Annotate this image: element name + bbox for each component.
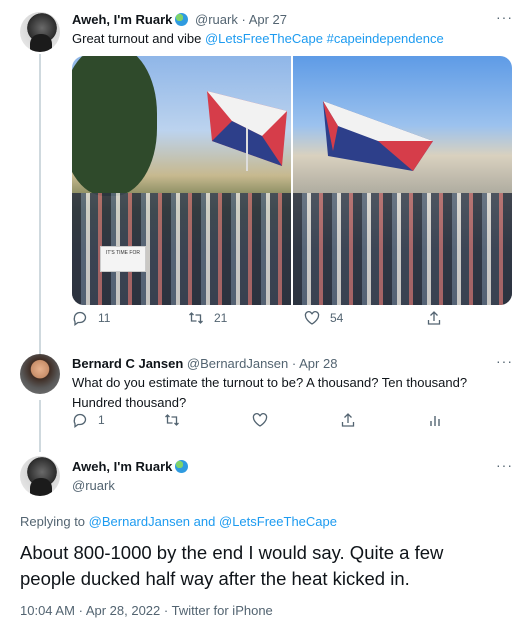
like-icon xyxy=(252,412,268,428)
tweet-time[interactable]: 10:04 AM xyxy=(20,603,75,618)
tweet-text: About 800-1000 by the end I would say. Q… xyxy=(20,540,510,592)
handle[interactable]: @BernardJansen xyxy=(187,356,288,371)
like-button[interactable]: 54 xyxy=(304,310,343,326)
globe-emoji-icon xyxy=(175,13,189,26)
share-button[interactable] xyxy=(426,310,442,326)
separator: · xyxy=(241,12,246,27)
reply-icon xyxy=(72,412,88,428)
tweet-text: Great turnout and vibe @LetsFreeTheCape … xyxy=(72,29,444,49)
reply-count: 11 xyxy=(98,311,111,325)
replying-user-link[interactable]: @BernardJansen xyxy=(89,514,190,529)
avatar[interactable] xyxy=(20,354,60,394)
hashtag-link[interactable]: #capeindependence xyxy=(327,31,444,46)
handle-line: @ruark xyxy=(72,478,115,493)
protest-photo-left[interactable]: IT'S TIME FOR xyxy=(72,56,291,305)
analytics-icon xyxy=(427,412,443,428)
share-icon xyxy=(340,412,356,428)
tweet-text: What do you estimate the turnout to be? … xyxy=(72,373,502,413)
replying-to: Replying to @BernardJansen and @LetsFree… xyxy=(20,514,337,529)
display-name[interactable]: Aweh, I'm Ruark xyxy=(72,12,172,27)
handle[interactable]: @ruark xyxy=(195,12,238,27)
separator: · xyxy=(163,603,169,618)
tweet-full-date[interactable]: Apr 28, 2022 xyxy=(86,603,160,618)
reply-button[interactable]: 11 xyxy=(72,310,110,326)
separator: · xyxy=(78,603,83,618)
reply-count: 1 xyxy=(98,413,105,427)
tweet-body-line-2: Hundred thousand? xyxy=(72,395,187,410)
reply-icon xyxy=(72,310,88,326)
flag-shape xyxy=(318,96,438,176)
protest-photo-right[interactable] xyxy=(293,56,512,305)
share-button[interactable] xyxy=(340,412,356,428)
tweet-body-line-1: About 800-1000 by the end I would say. Q… xyxy=(20,542,444,563)
tree-shape xyxy=(72,56,157,196)
more-icon[interactable]: ··· xyxy=(496,9,513,25)
like-count: 54 xyxy=(330,311,344,325)
tweet-media[interactable]: IT'S TIME FOR xyxy=(72,56,512,305)
like-icon xyxy=(304,310,320,326)
protest-sign: IT'S TIME FOR xyxy=(100,246,146,272)
tweet-body-line-1: What do you estimate the turnout to be? … xyxy=(72,375,468,390)
replying-prefix: Replying to xyxy=(20,514,86,529)
thread-line-2 xyxy=(39,400,41,452)
mention-link[interactable]: @LetsFreeTheCape xyxy=(205,31,323,46)
retweet-count: 21 xyxy=(214,311,228,325)
tweet-body: Great turnout and vibe xyxy=(72,31,202,46)
retweet-icon xyxy=(164,412,180,428)
globe-emoji-icon xyxy=(175,460,189,473)
avatar[interactable] xyxy=(20,456,60,496)
handle[interactable]: @ruark xyxy=(72,478,115,493)
tweet-header: Bernard C Jansen @BernardJansen · Apr 28 xyxy=(72,356,337,371)
analytics-button[interactable] xyxy=(427,412,443,428)
display-name[interactable]: Aweh, I'm Ruark xyxy=(72,459,172,474)
retweet-button[interactable] xyxy=(164,412,180,428)
protest-sign-text: IT'S TIME FOR xyxy=(106,250,140,256)
replying-user-link[interactable]: @LetsFreeTheCape xyxy=(219,514,337,529)
like-button[interactable] xyxy=(252,412,268,428)
tweet-body-line-2: people ducked half way after the heat ki… xyxy=(20,568,410,589)
more-icon[interactable]: ··· xyxy=(496,353,513,369)
tweet-metadata: 10:04 AM · Apr 28, 2022 · Twitter for iP… xyxy=(20,603,273,618)
share-icon xyxy=(426,310,442,326)
separator: · xyxy=(291,356,297,371)
tweet-header: Aweh, I'm Ruark xyxy=(72,459,191,474)
tweet-header: Aweh, I'm Ruark @ruark · Apr 27 xyxy=(72,12,287,27)
retweet-button[interactable]: 21 xyxy=(188,310,227,326)
flag-shape xyxy=(202,81,291,171)
retweet-icon xyxy=(188,310,204,326)
crowd-shape xyxy=(293,192,512,305)
reply-button[interactable]: 1 xyxy=(72,412,105,428)
avatar[interactable] xyxy=(20,12,60,52)
more-icon[interactable]: ··· xyxy=(496,457,513,473)
tweet-date[interactable]: Apr 28 xyxy=(299,356,337,371)
thread-line-1 xyxy=(39,54,41,354)
replying-and: and xyxy=(193,514,216,529)
tweet-date[interactable]: Apr 27 xyxy=(249,12,287,27)
display-name[interactable]: Bernard C Jansen xyxy=(72,356,183,371)
tweet-source[interactable]: Twitter for iPhone xyxy=(172,603,273,618)
